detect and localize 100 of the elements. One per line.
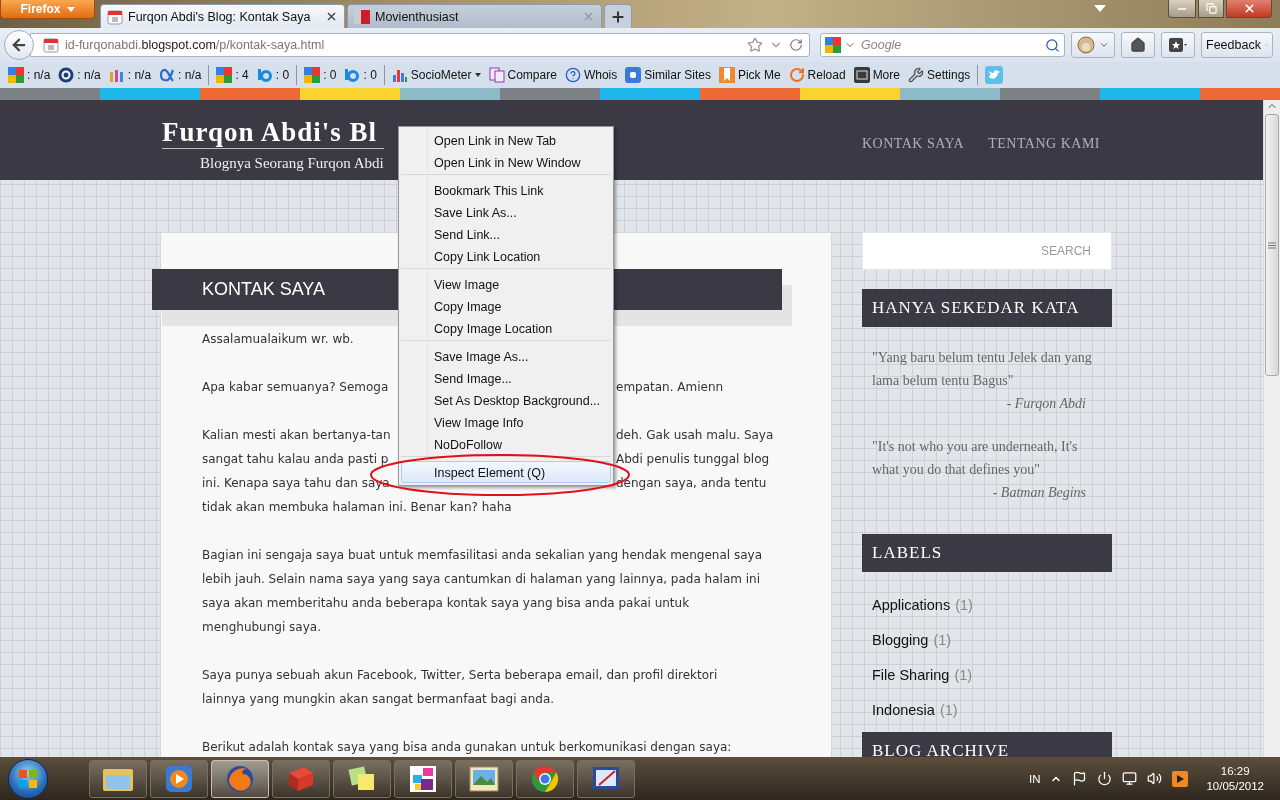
taskbar-button[interactable] bbox=[577, 759, 635, 798]
toolbar-item[interactable]: : n/a bbox=[104, 67, 156, 83]
menu-item[interactable]: Send Image... bbox=[401, 367, 611, 389]
toolbar-item[interactable]: Whois bbox=[560, 67, 622, 83]
nav-link[interactable]: TENTANG KAMI bbox=[988, 136, 1100, 154]
back-button[interactable] bbox=[4, 30, 34, 60]
power-icon[interactable] bbox=[1097, 771, 1113, 786]
people-icon bbox=[108, 67, 125, 83]
toolbar-item[interactable]: Reload bbox=[784, 67, 850, 83]
taskbar-button[interactable] bbox=[394, 759, 452, 798]
toolbar-item[interactable]: Compare bbox=[484, 67, 561, 83]
label-link[interactable]: Indonesia bbox=[872, 701, 935, 718]
quote-text: "Yang baru belum tentu Jelek dan yang lama belum tentu Bagus" bbox=[872, 349, 1093, 390]
network-icon[interactable] bbox=[1122, 771, 1138, 786]
toolbar-item[interactable]: : n/a bbox=[4, 67, 55, 83]
bookmarks-button[interactable] bbox=[1161, 32, 1195, 58]
text-line: tidak akan membuka halaman ini. Benar kan? haha bbox=[202, 499, 512, 516]
text-line: dengan saya, anda tentu bbox=[616, 475, 767, 492]
widget-header: BLOG ARCHIVE bbox=[862, 732, 1112, 757]
scrollbar[interactable] bbox=[1263, 100, 1280, 757]
label-link[interactable]: File Sharing bbox=[872, 666, 950, 683]
toolbar-item[interactable]: Pick Me bbox=[714, 67, 785, 83]
reload-icon[interactable] bbox=[789, 38, 803, 52]
taskbar-button[interactable] bbox=[516, 759, 574, 798]
label-link[interactable]: Applications bbox=[872, 596, 951, 613]
quote-author: - Batman Begins bbox=[991, 484, 1086, 502]
menu-item[interactable]: NoDoFollow bbox=[401, 433, 611, 455]
widget-header: LABELS bbox=[862, 534, 1112, 572]
settings-icon bbox=[907, 67, 924, 83]
quote-author: - Furqon Abdi bbox=[1005, 395, 1086, 413]
close-icon bbox=[1242, 2, 1256, 15]
help-icon bbox=[564, 67, 581, 83]
bing-icon bbox=[344, 67, 361, 83]
menu-item[interactable]: Open Link in New Window bbox=[401, 151, 611, 173]
browser-tab[interactable]: Furqon Abdi's Blog: Kontak Saya bbox=[100, 4, 345, 28]
nav-link[interactable]: KONTAK SAYA bbox=[861, 136, 965, 154]
browser-tab[interactable]: Movienthusiast bbox=[347, 4, 602, 28]
text-line: Assalamualaikum wr. wb. bbox=[202, 331, 354, 348]
landscape-icon bbox=[469, 765, 499, 792]
menu-item[interactable]: Copy Link Location bbox=[401, 245, 611, 267]
addon-button[interactable] bbox=[1071, 32, 1115, 58]
close-icon[interactable] bbox=[325, 10, 338, 23]
taskbar-button[interactable] bbox=[150, 759, 208, 798]
play-icon[interactable] bbox=[1172, 770, 1189, 787]
menu-item[interactable]: Set As Desktop Background... bbox=[401, 389, 611, 411]
bookmark-icon bbox=[718, 67, 735, 83]
flag-icon[interactable] bbox=[1072, 771, 1088, 786]
close-window-button[interactable] bbox=[1226, 0, 1272, 18]
toolbar-item[interactable]: : n/a bbox=[54, 67, 105, 83]
scroll-thumb[interactable] bbox=[1265, 114, 1279, 376]
menu-item[interactable]: Save Link As... bbox=[401, 201, 611, 223]
toolbar-item[interactable]: : n/a bbox=[155, 67, 206, 83]
widget-header: HANYA SEKEDAR KATA bbox=[862, 289, 1112, 327]
calendar-icon bbox=[43, 37, 59, 53]
start-button[interactable] bbox=[8, 758, 48, 799]
search-box[interactable]: Google bbox=[820, 33, 1065, 57]
bookmark-star-icon[interactable] bbox=[747, 37, 763, 53]
search-field[interactable]: Google bbox=[859, 37, 1042, 53]
search-icon[interactable] bbox=[1045, 37, 1060, 53]
text-line: Berikut adalah kontak saya yang bisa anda gunakan untuk berkomunikasi dengan saya: bbox=[202, 739, 732, 756]
menu-item[interactable]: Send Link... bbox=[401, 223, 611, 245]
taskbar-button[interactable] bbox=[89, 759, 147, 798]
menu-item[interactable]: View Image bbox=[401, 273, 611, 295]
firefox-icon bbox=[225, 763, 255, 794]
toolbar-item[interactable]: Similar Sites bbox=[621, 67, 715, 83]
text-line: Kalian mesti akan bertanya-tan bbox=[202, 428, 391, 442]
menu-item[interactable]: Bookmark This Link bbox=[401, 179, 611, 201]
toolbar-item[interactable]: : 0 bbox=[300, 67, 341, 83]
toolbar-item[interactable]: : 0 bbox=[340, 67, 381, 83]
taskbar-button[interactable] bbox=[455, 759, 513, 798]
alexa-icon bbox=[58, 67, 75, 83]
language-indicator[interactable]: IN bbox=[1028, 772, 1041, 785]
taskbar-button[interactable] bbox=[333, 759, 391, 798]
toolbar-item[interactable]: More bbox=[849, 67, 904, 83]
feedback-button[interactable]: Feedback bbox=[1201, 32, 1273, 58]
minimize-button[interactable] bbox=[1168, 0, 1196, 18]
toolbar-item[interactable]: : 4 bbox=[212, 67, 253, 83]
url-field[interactable]: id-furqonabdi.blogspot.com/p/kontak-saya.html bbox=[30, 33, 810, 57]
volume-icon[interactable] bbox=[1147, 771, 1163, 786]
blog-title: Furqon Abdi's Bl bbox=[162, 116, 384, 149]
label-link[interactable]: Blogging bbox=[872, 631, 929, 648]
face-icon bbox=[1077, 36, 1095, 54]
menu-item[interactable]: View Image Info bbox=[401, 411, 611, 433]
menu-item[interactable]: Inspect Element (Q) bbox=[401, 461, 611, 483]
restore-button[interactable] bbox=[1198, 0, 1224, 18]
dark-square-icon bbox=[853, 67, 870, 83]
menu-item[interactable]: Save Image As... bbox=[401, 345, 611, 367]
new-tab-button[interactable] bbox=[604, 4, 632, 28]
toolbar-item[interactable]: SocioMeter bbox=[387, 67, 485, 83]
documents-icon bbox=[488, 67, 505, 83]
tab-list-icon[interactable] bbox=[1094, 5, 1106, 13]
toolbar-item[interactable]: : 0 bbox=[252, 67, 294, 83]
home-button[interactable] bbox=[1121, 32, 1155, 58]
menu-item[interactable]: Copy Image Location bbox=[401, 317, 611, 339]
sticky-notes-icon bbox=[347, 764, 377, 793]
search-field[interactable]: SEARCH bbox=[863, 233, 1111, 269]
bookmarks-icon bbox=[1169, 38, 1187, 52]
menu-item[interactable]: Open Link in New Tab bbox=[401, 129, 611, 151]
toolbar-item[interactable]: Settings bbox=[903, 67, 975, 83]
clock[interactable]: 16:29 10/05/2012 bbox=[1198, 763, 1272, 794]
